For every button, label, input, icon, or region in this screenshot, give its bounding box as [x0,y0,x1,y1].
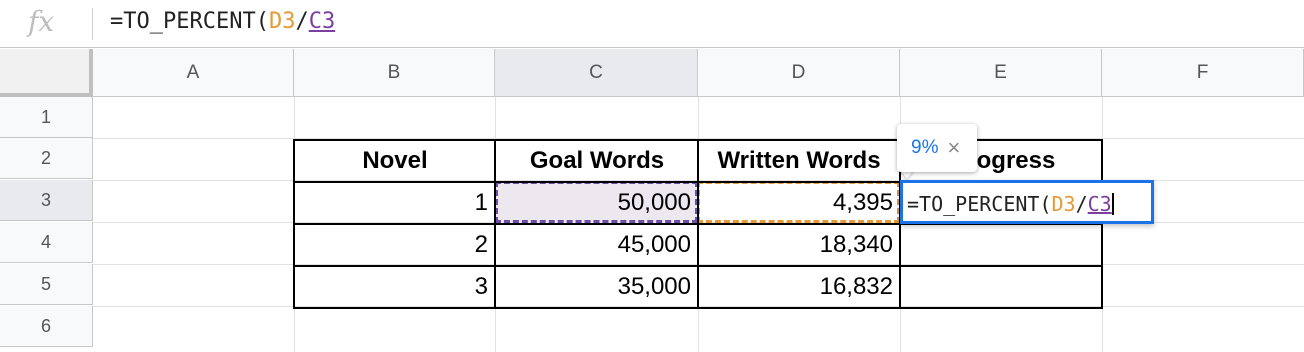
column-header-b[interactable]: B [294,49,495,97]
column-header-c[interactable]: C [495,49,698,97]
editor-ref-d3: D3 [1051,192,1076,216]
formula-bar: fx =TO_PERCENT(D3/C3 [0,0,1304,48]
formula-ref-d3: D3 [268,9,296,34]
column-header-d[interactable]: D [698,49,900,97]
cell-c5[interactable]: 35,000 [496,266,697,307]
cell-b3[interactable]: 1 [295,182,494,223]
editor-separator: / [1075,192,1088,216]
table-border [697,139,699,309]
cell-b5[interactable]: 3 [295,266,494,307]
fx-icon: fx [28,5,55,38]
header-goal-words: Goal Words [529,146,665,174]
row-header-3[interactable]: 3 [0,180,93,221]
row-header-6[interactable]: 6 [0,306,93,347]
row-header-5[interactable]: 5 [0,264,93,305]
formula-preview-tooltip: 9% × [897,124,977,172]
formula-input[interactable]: =TO_PERCENT(D3/C3 [110,9,335,34]
column-header-f[interactable]: F [1102,49,1304,97]
cell-b4[interactable]: 2 [295,224,494,265]
text-caret [1111,193,1114,215]
formula-separator: / [295,9,309,34]
cell-c3[interactable]: 50,000 [496,182,697,223]
row-header-4[interactable]: 4 [0,222,93,263]
header-novel: Novel [362,146,428,174]
table-border [494,139,496,309]
cell-d4[interactable]: 18,340 [698,224,899,265]
column-header-a[interactable]: A [93,49,294,97]
cell-e3-editor[interactable]: =TO_PERCENT(D3/C3 [900,180,1154,224]
formula-ref-c3: C3 [308,9,336,34]
select-all-corner[interactable] [0,49,93,97]
table-border [1101,139,1103,309]
table-border [293,139,295,309]
formula-prefix: =TO_PERCENT( [110,9,269,34]
cell-c4[interactable]: 45,000 [496,224,697,265]
editor-ref-c3: C3 [1087,192,1112,216]
cell-d3[interactable]: 4,395 [698,182,899,223]
preview-value: 9% [911,137,939,158]
row-header-1[interactable]: 1 [0,97,93,138]
close-icon[interactable]: × [947,137,960,159]
header-written-words: Written Words [717,146,881,174]
column-header-e[interactable]: E [900,49,1102,97]
editor-prefix: =TO_PERCENT( [907,192,1052,216]
formula-bar-divider [92,8,93,40]
row-header-2[interactable]: 2 [0,138,93,179]
cell-d5[interactable]: 16,832 [698,266,899,307]
